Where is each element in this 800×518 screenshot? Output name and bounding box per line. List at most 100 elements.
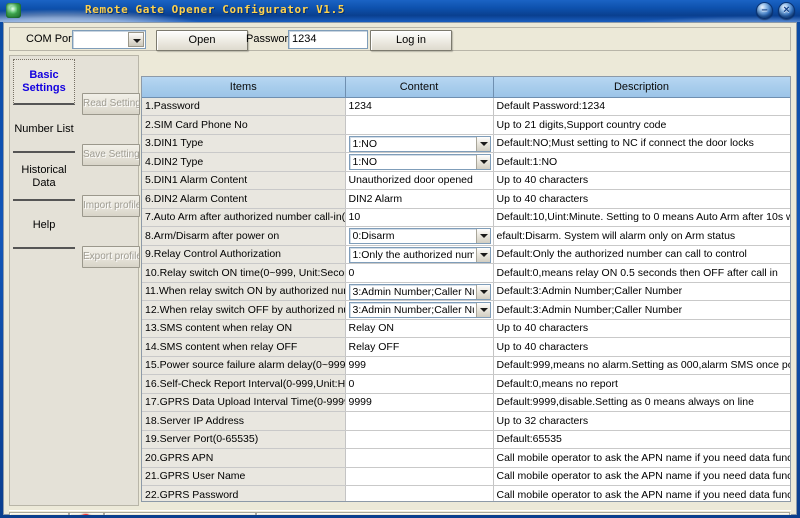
table-row[interactable]: 9.Relay Control Authorization 1:Only the …	[142, 245, 790, 264]
com-port-select[interactable]	[72, 30, 146, 49]
table-row[interactable]: 2.SIM Card Phone No Up to 21 digits,Suppo…	[142, 115, 790, 135]
cell-description: Default:Only the authorized number can c…	[493, 245, 790, 264]
chevron-down-icon[interactable]	[475, 229, 490, 244]
cell-content[interactable]: 0	[345, 263, 494, 283]
import-profile-button[interactable]: Import profile	[82, 195, 140, 217]
sidebar-item-historical-data[interactable]: Historical Data	[13, 155, 75, 201]
content-select[interactable]: 1:Only the authorized number can cal	[348, 246, 491, 263]
cell-content[interactable]: 10	[345, 208, 494, 227]
table-row[interactable]: 10.Relay switch ON time(0~999, Unit:Seco…	[142, 263, 790, 283]
table-row[interactable]: 6.DIN2 Alarm Content DIN2 Alarm Up to 40 c…	[142, 189, 790, 209]
cell-content[interactable]: 0	[345, 374, 494, 394]
cell-content[interactable]: Unauthorized door opened	[345, 171, 494, 190]
cell-description: Call mobile operator to ask the APN name…	[493, 467, 790, 486]
table-row[interactable]: 12.When relay switch OFF by authorized n…	[142, 300, 790, 320]
column-header-description[interactable]: Description	[493, 77, 790, 98]
cell-item: 4.DIN2 Type	[142, 152, 346, 172]
cell-content[interactable]	[345, 448, 494, 468]
cell-description: Up to 21 digits,Support country code	[493, 115, 790, 135]
sidebar-item-number-list[interactable]: Number List	[13, 107, 75, 153]
cell-content[interactable]	[345, 467, 494, 486]
cell-item: 16.Self-Check Report Interval(0-999,Unit…	[142, 374, 346, 394]
table-row[interactable]: 13.SMS content when relay ON Relay ON Up t…	[142, 319, 790, 338]
cell-item: 17.GPRS Data Upload Interval Time(0-9999…	[142, 393, 346, 412]
open-button[interactable]: Open	[156, 30, 248, 51]
chevron-down-icon[interactable]	[475, 303, 490, 318]
cell-description: Up to 40 characters	[493, 189, 790, 209]
read-settings-button[interactable]: Read Settings	[82, 93, 140, 115]
login-button[interactable]: Log in	[370, 30, 452, 51]
table-row[interactable]: 7.Auto Arm after authorized number call-…	[142, 208, 790, 227]
table-row[interactable]: 1.Password 1234 Default Password:1234	[142, 97, 790, 116]
save-settings-button[interactable]: Save Settings	[82, 144, 140, 166]
application-window: Remote Gate Opener Configurator V1.5 – ×…	[0, 0, 800, 518]
chevron-down-icon[interactable]	[475, 247, 490, 262]
cell-content[interactable]: DIN2 Alarm	[345, 189, 494, 209]
cell-content[interactable]: 1:NO	[345, 134, 494, 153]
table-row[interactable]: 20.GPRS APN Call mobile operator to ask t…	[142, 448, 790, 468]
cell-content[interactable]	[345, 430, 494, 449]
cell-item: 15.Power source failure alarm delay(0~99…	[142, 356, 346, 375]
table-row[interactable]: 18.Server IP Address Up to 32 characters	[142, 411, 790, 431]
chevron-down-icon[interactable]	[475, 136, 490, 151]
close-button[interactable]: ×	[778, 2, 795, 19]
table-row[interactable]: 4.DIN2 Type 1:NO Default:1:NO	[142, 152, 790, 172]
table-row[interactable]: 17.GPRS Data Upload Interval Time(0-999 9…	[142, 393, 790, 412]
cell-content[interactable]: 9999	[345, 393, 494, 412]
table-row[interactable]: 21.GPRS User Name Call mobile operator to…	[142, 467, 790, 486]
table-row[interactable]: 15.Power source failure alarm delay(0~99…	[142, 356, 790, 375]
cell-description: Default Password:1234	[493, 97, 790, 116]
chevron-down-icon[interactable]	[475, 284, 490, 299]
sidebar-tab-strip: Basic Settings Number List Historical Da…	[13, 59, 75, 503]
cell-description: Default:1:NO	[493, 152, 790, 172]
export-profile-button[interactable]: Export profile	[82, 246, 140, 268]
column-header-content[interactable]: Content	[345, 77, 494, 98]
cell-item: 13.SMS content when relay ON	[142, 319, 346, 338]
cell-content[interactable]: 1234	[345, 97, 494, 116]
content-select[interactable]: 1:NO	[348, 154, 491, 171]
content-select[interactable]: 3:Admin Number;Caller Number	[348, 302, 491, 319]
cell-item: 2.SIM Card Phone No	[142, 115, 346, 135]
table-row[interactable]: 3.DIN1 Type 1:NO Default:NO;Must setting t…	[142, 134, 790, 153]
cell-content[interactable]: 1:NO	[345, 152, 494, 172]
content-select[interactable]: 1:NO	[348, 135, 491, 152]
cell-description: Default:0,means relay ON 0.5 seconds the…	[493, 263, 790, 283]
cell-content[interactable]	[345, 411, 494, 431]
cell-content[interactable]	[345, 115, 494, 135]
cell-item: 5.DIN1 Alarm Content	[142, 171, 346, 190]
cell-content[interactable]: 3:Admin Number;Caller Number	[345, 282, 494, 301]
table-row[interactable]: 22.GPRS Password Call mobile operator to …	[142, 485, 790, 501]
cell-content[interactable]: 3:Admin Number;Caller Number	[345, 300, 494, 320]
content-select-value: 1:Only the authorized number can cal	[352, 248, 474, 261]
column-header-items[interactable]: Items	[142, 77, 346, 98]
sidebar-item-label: Historical Data	[21, 164, 67, 189]
cell-content[interactable]: Relay ON	[345, 319, 494, 338]
table-row[interactable]: 14.SMS content when relay OFF Relay OFF Up…	[142, 337, 790, 357]
table-row[interactable]: 5.DIN1 Alarm Content Unauthorized door op…	[142, 171, 790, 190]
password-input[interactable]: 1234	[288, 30, 368, 49]
table-row[interactable]: 19.Server Port(0-65535) Default:65535	[142, 430, 790, 449]
minimize-button[interactable]: –	[756, 2, 773, 19]
cell-content[interactable]: 1:Only the authorized number can cal	[345, 245, 494, 264]
cell-content[interactable]	[345, 485, 494, 501]
cell-content[interactable]: 0:Disarm	[345, 226, 494, 246]
sidebar-item-help[interactable]: Help	[13, 203, 75, 249]
cell-description: Call mobile operator to ask the APN name…	[493, 448, 790, 468]
table-row[interactable]: 16.Self-Check Report Interval(0-999,Unit…	[142, 374, 790, 394]
cell-content[interactable]: Relay OFF	[345, 337, 494, 357]
cell-description: Default:999,means no alarm.Setting as 00…	[493, 356, 790, 375]
cell-description: efault:Disarm. System will alarm only on…	[493, 226, 790, 246]
sidebar-item-label: Number List	[14, 122, 74, 135]
chevron-down-icon[interactable]	[475, 155, 490, 170]
cell-item: 11.When relay switch ON by authorized nu…	[142, 282, 346, 301]
content-select-value: 0:Disarm	[352, 230, 395, 243]
content-select[interactable]: 0:Disarm	[348, 228, 491, 245]
sidebar-item-basic-settings[interactable]: Basic Settings	[13, 59, 75, 105]
content-select[interactable]: 3:Admin Number;Caller Number	[348, 283, 491, 300]
cell-description: Default:65535	[493, 430, 790, 449]
cell-item: 6.DIN2 Alarm Content	[142, 189, 346, 209]
table-row[interactable]: 11.When relay switch ON by authorized nu…	[142, 282, 790, 301]
cell-content[interactable]: 999	[345, 356, 494, 375]
settings-table-container[interactable]: Items Content Description 1.Password 1234…	[141, 76, 791, 502]
table-row[interactable]: 8.Arm/Disarm after power on 0:Disarm efaul…	[142, 226, 790, 246]
